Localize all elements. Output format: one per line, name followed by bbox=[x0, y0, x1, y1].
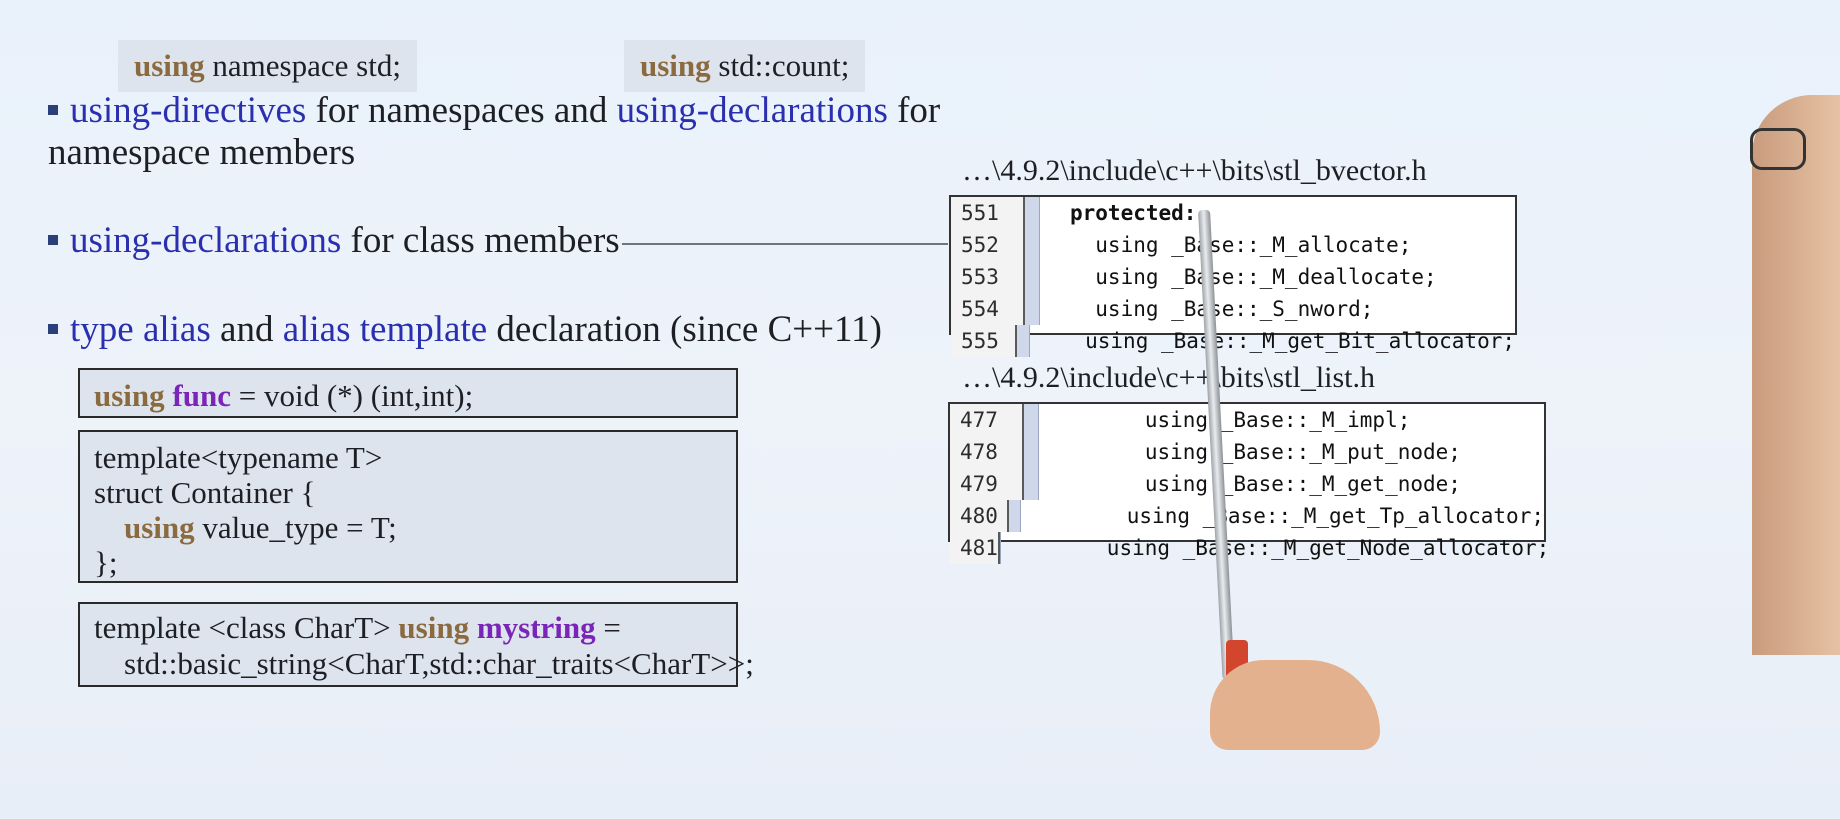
code-line: using _Base::_M_deallocate; bbox=[1070, 265, 1437, 289]
line-number: 553 bbox=[951, 261, 1025, 293]
code-line: using _Base::_M_allocate; bbox=[1070, 233, 1412, 257]
code-listing-bvector: 551 protected: 552 using _Base::_M_alloca… bbox=[949, 195, 1517, 357]
code-text: namespace std; bbox=[204, 48, 401, 83]
gutter-bar bbox=[1025, 261, 1040, 293]
gutter-bar bbox=[1025, 293, 1040, 325]
code-text: template <class CharT> bbox=[94, 610, 399, 645]
bullet-using-declarations-class: using-declarations for class members bbox=[48, 216, 620, 266]
gutter-bar bbox=[1025, 229, 1040, 261]
identifier: mystring bbox=[476, 610, 596, 645]
gutter-bar bbox=[1009, 500, 1021, 532]
keyword: using bbox=[134, 48, 205, 83]
line-number: 551 bbox=[951, 197, 1025, 229]
line-number: 552 bbox=[951, 229, 1025, 261]
text: and bbox=[210, 309, 283, 350]
line-number: 477 bbox=[950, 404, 1024, 436]
gutter-bar bbox=[1024, 404, 1039, 436]
listing-row: 555 using _Base::_M_get_Bit_allocator; bbox=[951, 325, 1515, 357]
code-line: std::basic_string<CharT,std::char_traits… bbox=[124, 646, 754, 681]
code-text: value_type = T; bbox=[194, 510, 397, 545]
term: using-declarations bbox=[616, 90, 888, 131]
code-line: }; bbox=[94, 545, 118, 580]
listing-row: 477 using _Base::_M_impl; bbox=[950, 404, 1544, 436]
bullet-square-icon bbox=[48, 234, 58, 245]
keyword: using bbox=[398, 610, 470, 645]
code-chip-using-namespace: using namespace std; bbox=[118, 40, 417, 92]
code-listing-list: 477 using _Base::_M_impl; 478 using _Bas… bbox=[948, 402, 1549, 564]
code-chip-using-count: using std::count; bbox=[624, 40, 866, 92]
code-line: template<typename T> bbox=[94, 440, 383, 475]
code-line: using _Base::_M_put_node; bbox=[1069, 440, 1461, 464]
text: declaration (since C++11) bbox=[487, 309, 882, 350]
listing-row: 479 using _Base::_M_get_node; bbox=[950, 468, 1544, 500]
keyword: using bbox=[124, 510, 195, 545]
listing-row: 481 using _Base::_M_get_Node_allocator; bbox=[950, 532, 1549, 564]
text: for namespaces and bbox=[306, 90, 617, 131]
code-line: using _Base::_M_get_Tp_allocator; bbox=[1050, 504, 1544, 528]
bullet-square-icon bbox=[48, 323, 58, 334]
line-number: 480 bbox=[950, 500, 1010, 532]
term: using-declarations bbox=[70, 220, 342, 261]
presenter-figure bbox=[1752, 95, 1840, 655]
file-path-list: …\4.9.2\include\c++\bits\stl_list.h bbox=[962, 361, 1375, 394]
code-line: struct Container { bbox=[94, 475, 316, 510]
keyword: using bbox=[94, 378, 165, 413]
line-number: 478 bbox=[950, 436, 1024, 468]
identifier: func bbox=[172, 378, 231, 413]
glasses-icon bbox=[1750, 128, 1806, 170]
bullet-type-alias: type alias and alias template declaratio… bbox=[48, 305, 882, 355]
line-number: 479 bbox=[950, 468, 1024, 500]
code-text: = void (*) (int,int); bbox=[231, 378, 474, 413]
bullet-square-icon bbox=[48, 104, 58, 115]
listing-row: 480 using _Base::_M_get_Tp_allocator; bbox=[950, 500, 1544, 532]
connector-line bbox=[622, 243, 948, 245]
term: type alias bbox=[70, 309, 211, 350]
code-line: using _Base::_M_impl; bbox=[1069, 408, 1411, 432]
listing-row: 553 using _Base::_M_deallocate; bbox=[951, 261, 1515, 293]
code-box-func-alias: using func = void (*) (int,int); bbox=[78, 368, 738, 418]
code-box-container-template: template<typename T> struct Container { … bbox=[78, 430, 738, 583]
presenter-hand bbox=[1210, 660, 1380, 750]
gutter-bar bbox=[1025, 197, 1040, 229]
code-text: = bbox=[595, 610, 621, 645]
code-line: using _Base::_M_get_Node_allocator; bbox=[1030, 536, 1550, 560]
file-path-bvector: …\4.9.2\include\c++\bits\stl_bvector.h bbox=[962, 154, 1427, 187]
text: for bbox=[887, 90, 941, 131]
listing-row: 554 using _Base::_S_nword; bbox=[951, 293, 1515, 325]
line-number: 481 bbox=[950, 532, 1000, 564]
line-number: 554 bbox=[951, 293, 1025, 325]
listing-row: 551 protected: bbox=[951, 197, 1515, 229]
text: for class members bbox=[341, 220, 620, 261]
code-line: template <class CharT> using mystring = bbox=[94, 610, 722, 646]
gutter-bar bbox=[1016, 325, 1030, 357]
listing-row: 552 using _Base::_M_allocate; bbox=[951, 229, 1515, 261]
bullet-continuation: namespace members bbox=[48, 132, 356, 173]
code-box-mystring-alias: template <class CharT> using mystring = … bbox=[78, 602, 754, 687]
term: using-directives bbox=[70, 90, 307, 131]
code-text: std::count; bbox=[710, 48, 850, 83]
code-line: using value_type = T; bbox=[94, 510, 722, 545]
code-line: using _Base::_M_get_Bit_allocator; bbox=[1059, 329, 1515, 353]
code-line: using _Base::_M_get_node; bbox=[1069, 472, 1461, 496]
code-line: protected: bbox=[1070, 201, 1197, 225]
keyword: using bbox=[640, 48, 711, 83]
gutter-bar bbox=[1024, 468, 1039, 500]
term: alias template bbox=[282, 309, 488, 350]
listing-row: 478 using _Base::_M_put_node; bbox=[950, 436, 1544, 468]
line-number: 555 bbox=[951, 325, 1017, 357]
gutter-bar bbox=[1024, 436, 1039, 468]
